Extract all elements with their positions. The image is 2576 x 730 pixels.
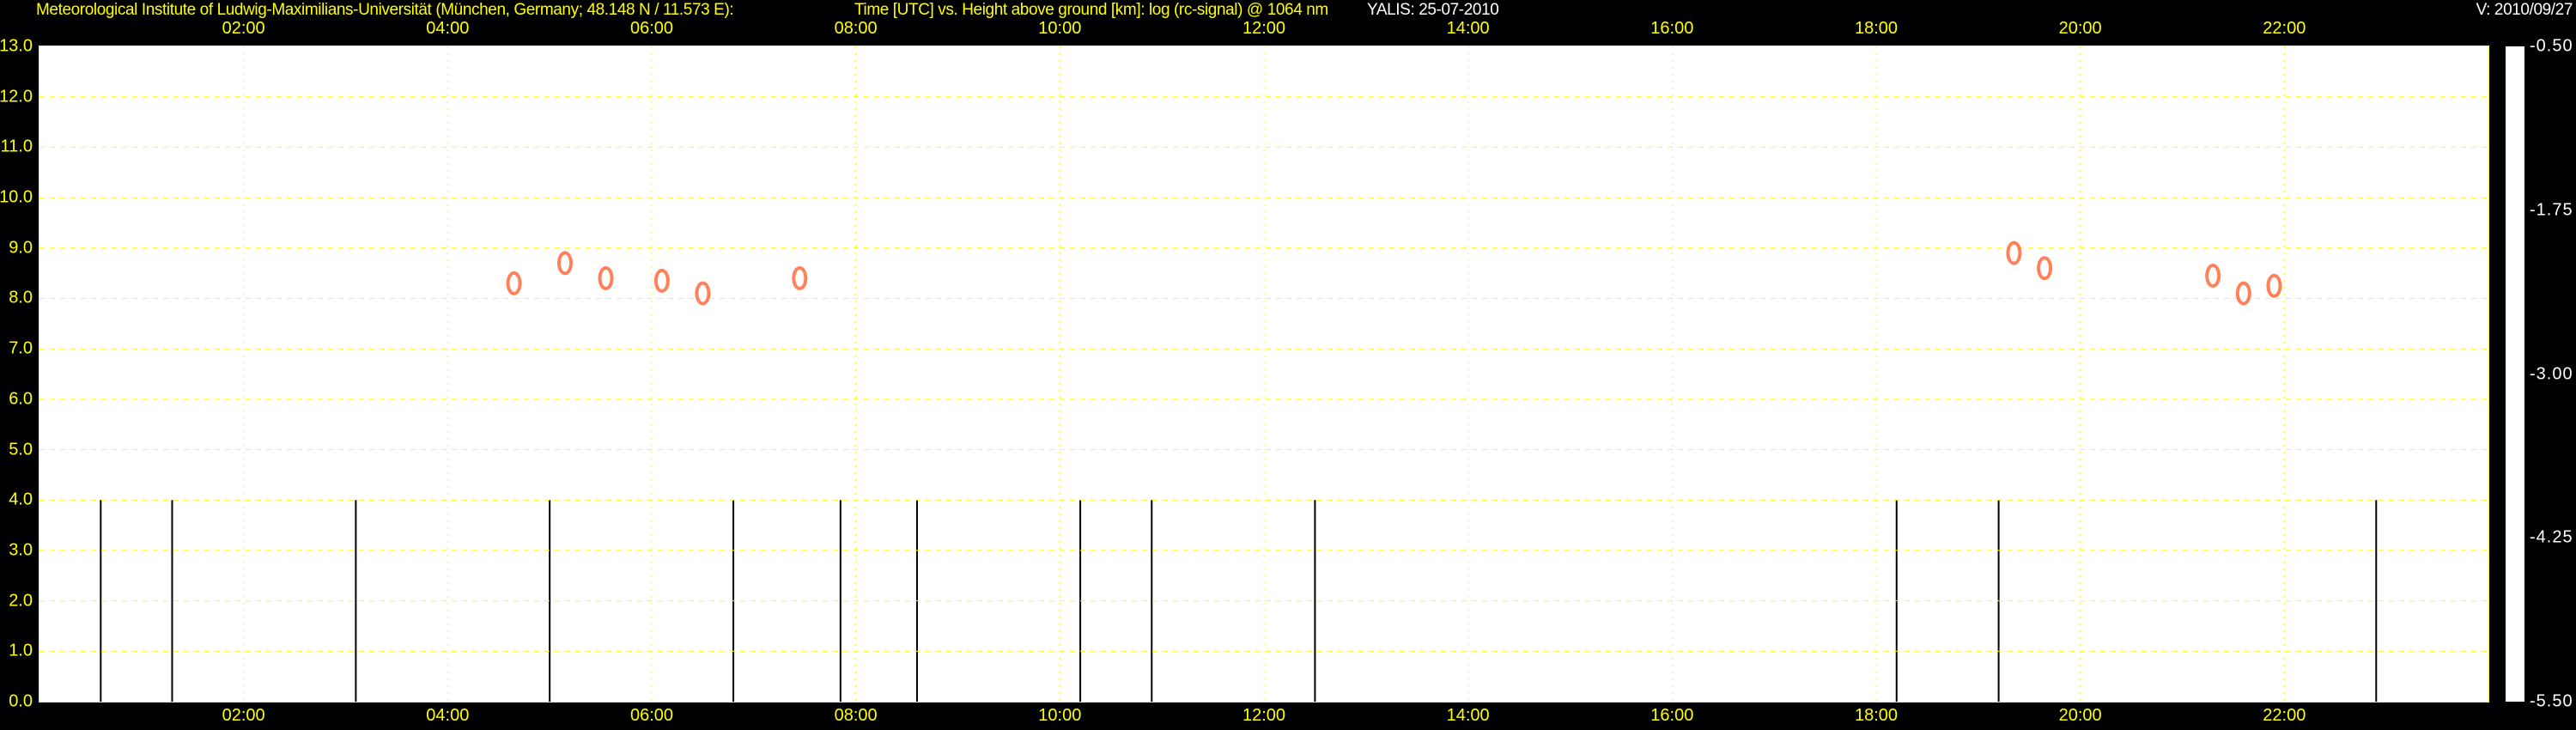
colorbar-tick-label: -5.50	[2530, 691, 2573, 711]
x-tick-label-top: 04:00	[426, 19, 470, 38]
x-tick-label-bottom: 20:00	[2058, 706, 2102, 725]
x-tick-label-bottom: 16:00	[1650, 706, 1694, 725]
cirrus-cloud-core	[795, 269, 805, 287]
x-tick-label-top: 18:00	[1854, 19, 1899, 38]
x-tick-label-bottom: 14:00	[1446, 706, 1490, 725]
cirrus-cloud-core	[698, 284, 708, 302]
lidar-heatmap	[39, 46, 2488, 702]
x-tick-label-bottom: 02:00	[222, 706, 265, 725]
x-tick-label-bottom: 12:00	[1242, 706, 1286, 725]
x-tick-label-top: 14:00	[1446, 19, 1490, 38]
x-tick-label-bottom: 08:00	[834, 706, 878, 725]
y-tick-label: 2.0	[9, 591, 33, 611]
y-tick-label: 7.0	[9, 338, 33, 358]
y-tick-label: 13.0	[0, 36, 33, 56]
instrument-date-label: YALIS: 25-07-2010	[1367, 1, 1499, 19]
colorbar	[2506, 46, 2524, 702]
x-tick-label-bottom: 22:00	[2263, 706, 2306, 725]
x-tick-label-top: 20:00	[2058, 19, 2102, 38]
y-tick-label: 11.0	[0, 137, 33, 156]
x-tick-label-top: 02:00	[222, 19, 265, 38]
heatmap-overlay	[39, 46, 2488, 702]
cirrus-cloud-core	[509, 274, 519, 292]
cirrus-cloud-core	[601, 269, 611, 287]
y-tick-label: 0.0	[9, 691, 33, 711]
y-tick-label: 8.0	[9, 288, 33, 307]
cirrus-cloud-core	[2040, 259, 2050, 277]
y-tick-label: 10.0	[0, 187, 33, 207]
y-tick-label: 3.0	[9, 540, 33, 560]
cirrus-cloud-core	[2269, 277, 2279, 295]
y-tick-label: 4.0	[9, 490, 33, 509]
cirrus-cloud-core	[2239, 284, 2248, 302]
cirrus-cloud-core	[2009, 244, 2019, 262]
x-tick-label-top: 22:00	[2263, 19, 2306, 38]
x-tick-label-bottom: 10:00	[1038, 706, 1082, 725]
colorbar-tick-label: -4.25	[2530, 527, 2573, 547]
cirrus-cloud-core	[657, 271, 666, 289]
x-tick-label-top: 12:00	[1242, 19, 1286, 38]
y-tick-label: 5.0	[9, 440, 33, 459]
y-tick-label: 6.0	[9, 389, 33, 409]
x-tick-label-top: 06:00	[629, 19, 674, 38]
cirrus-cloud-core	[2208, 267, 2218, 285]
x-tick-label-top: 16:00	[1650, 19, 1694, 38]
x-tick-label-bottom: 06:00	[629, 706, 674, 725]
x-tick-label-bottom: 04:00	[426, 706, 470, 725]
y-tick-label: 1.0	[9, 641, 33, 660]
x-tick-label-bottom: 18:00	[1854, 706, 1899, 725]
y-tick-label: 9.0	[9, 238, 33, 258]
institute-label: Meteorological Institute of Ludwig-Maxim…	[36, 1, 734, 19]
colorbar-tick-label: -1.75	[2530, 200, 2573, 220]
x-tick-label-top: 10:00	[1038, 19, 1082, 38]
y-tick-label: 12.0	[0, 87, 33, 106]
chart-title: Time [UTC] vs. Height above ground [km]:…	[854, 1, 1328, 19]
version-label: V: 2010/09/27	[2476, 1, 2573, 19]
colorbar-tick-label: -3.00	[2530, 364, 2573, 383]
colorbar-tick-label: -0.50	[2530, 36, 2573, 56]
x-tick-label-top: 08:00	[834, 19, 878, 38]
cirrus-cloud-core	[560, 254, 569, 272]
